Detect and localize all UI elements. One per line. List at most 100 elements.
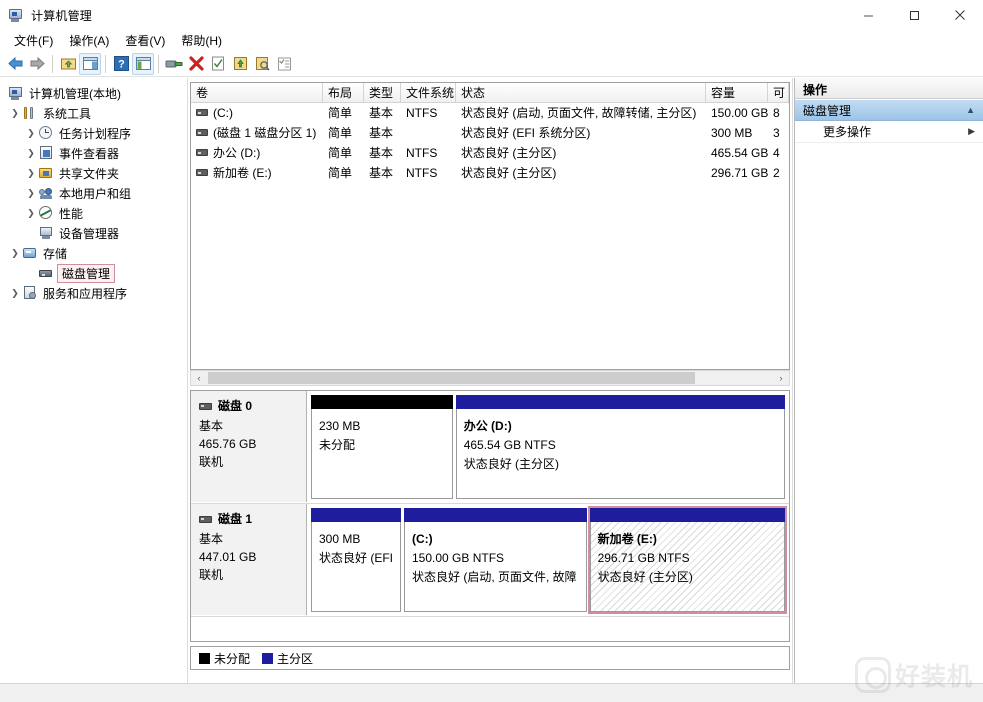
volume-list-header: 卷 布局 类型 文件系统 状态 容量 可: [191, 83, 789, 103]
tree-storage[interactable]: ❯ 存储: [0, 243, 187, 263]
disk-info-disk0[interactable]: 磁盘 0 基本 465.76 GB 联机: [191, 391, 307, 502]
cell-capacity: 150.00 GB: [711, 106, 768, 120]
partition-disk1-e[interactable]: 新加卷 (E:) 296.71 GB NTFS 状态良好 (主分区): [587, 506, 788, 614]
cell-free: 2: [773, 166, 780, 180]
properties-list-icon[interactable]: [273, 53, 295, 75]
toolbar-separator: [52, 54, 53, 73]
properties-icon[interactable]: [163, 53, 185, 75]
partition-disk1-c[interactable]: (C:) 150.00 GB NTFS 状态良好 (启动, 页面文件, 故障: [404, 508, 587, 612]
col-volume[interactable]: 卷: [191, 83, 323, 103]
tree-root[interactable]: 计算机管理(本地): [0, 83, 187, 103]
table-row[interactable]: (C:) 简单 基本 NTFS 状态良好 (启动, 页面文件, 故障转储, 主分…: [191, 103, 789, 123]
tree-event-viewer[interactable]: ❯ 事件查看器: [0, 143, 187, 163]
rescan-disks-icon[interactable]: [251, 53, 273, 75]
action-group-disk-management[interactable]: 磁盘管理 ▲: [795, 99, 983, 121]
volume-list-hscrollbar[interactable]: ‹ ›: [190, 370, 790, 386]
actions-pane-title: 操作: [795, 78, 983, 99]
tools-icon: [22, 105, 38, 121]
tree-disk-management-label: 磁盘管理: [57, 263, 116, 283]
cell-status: 状态良好 (启动, 页面文件, 故障转储, 主分区): [461, 106, 697, 120]
forward-icon[interactable]: [26, 53, 48, 75]
partition-disk1-efi[interactable]: 300 MB 状态良好 (EFI: [311, 508, 401, 612]
table-row[interactable]: 新加卷 (E:) 简单 基本 NTFS 状态良好 (主分区) 296.71 GB…: [191, 163, 789, 183]
col-type[interactable]: 类型: [364, 83, 401, 103]
cell-volume-label: 办公 (D:): [213, 146, 261, 160]
close-button[interactable]: [937, 0, 983, 30]
computer-management-icon: [8, 7, 24, 23]
table-row[interactable]: 办公 (D:) 简单 基本 NTFS 状态良好 (主分区) 465.54 GB …: [191, 143, 789, 163]
col-capacity[interactable]: 容量: [706, 83, 768, 103]
chevron-down-icon[interactable]: ❯: [8, 105, 22, 121]
window-title: 计算机管理: [31, 8, 93, 23]
cell-type: 基本: [369, 146, 394, 160]
col-free-space[interactable]: 可: [768, 83, 789, 103]
tree-performance[interactable]: ❯ 性能: [0, 203, 187, 223]
toolbar-separator: [158, 54, 159, 73]
maximize-button[interactable]: [891, 0, 937, 30]
volume-icon: [196, 149, 208, 157]
menu-help[interactable]: 帮助(H): [173, 30, 230, 51]
partition-disk0-unallocated[interactable]: 230 MB 未分配: [311, 395, 453, 499]
disk-type: 基本: [199, 419, 224, 433]
chevron-right-icon[interactable]: ❯: [24, 145, 38, 161]
chevron-down-icon[interactable]: ❯: [8, 245, 22, 261]
cell-volume: (磁盘 1 磁盘分区 1): [191, 123, 323, 143]
col-filesystem[interactable]: 文件系统: [401, 83, 456, 103]
shared-folder-icon: [38, 165, 54, 181]
disk-name: 磁盘 1: [218, 512, 253, 526]
cell-layout: 简单: [328, 126, 353, 140]
scroll-right-icon[interactable]: ›: [773, 371, 789, 385]
back-icon[interactable]: [4, 53, 26, 75]
action-more-actions[interactable]: 更多操作 ▶: [795, 121, 983, 143]
tree-local-users-groups[interactable]: ❯ 本地用户和组: [0, 183, 187, 203]
partition-disk0-d[interactable]: 办公 (D:) 465.54 GB NTFS 状态良好 (主分区): [455, 395, 785, 499]
export-list-icon[interactable]: [229, 53, 251, 75]
chevron-right-icon[interactable]: ❯: [24, 185, 38, 201]
chevron-right-icon[interactable]: ❯: [8, 285, 22, 301]
disk-info-disk1[interactable]: 磁盘 1 基本 447.01 GB 联机: [191, 504, 307, 615]
up-folder-icon[interactable]: [57, 53, 79, 75]
col-layout[interactable]: 布局: [323, 83, 364, 103]
title-bar: 计算机管理: [0, 0, 983, 30]
menu-action[interactable]: 操作(A): [61, 30, 117, 51]
delete-icon[interactable]: [185, 53, 207, 75]
partition-bar: [311, 395, 453, 409]
cell-layout: 简单: [328, 166, 353, 180]
partition-status: 状态良好 (启动, 页面文件, 故障: [412, 570, 577, 584]
tree-disk-management[interactable]: ❯ 磁盘管理: [0, 263, 187, 283]
scrollbar-thumb[interactable]: [208, 372, 695, 384]
legend-unallocated: 未分配: [199, 650, 250, 667]
chevron-up-icon[interactable]: ▲: [966, 105, 975, 115]
disk-title: 磁盘 1: [199, 510, 298, 528]
partition-status: 状态良好 (主分区): [597, 570, 693, 584]
action-more-actions-label: 更多操作: [823, 125, 872, 139]
tree-task-scheduler[interactable]: ❯ 任务计划程序: [0, 123, 187, 143]
tree-local-users-groups-label: 本地用户和组: [59, 186, 132, 201]
table-row[interactable]: (磁盘 1 磁盘分区 1) 简单 基本 状态良好 (EFI 系统分区) 300 …: [191, 123, 789, 143]
partition-size: 465.54 GB NTFS: [463, 438, 556, 452]
disk-name: 磁盘 0: [218, 399, 253, 413]
tree-services-applications-label: 服务和应用程序: [43, 286, 128, 301]
partition-title: (C:): [412, 532, 433, 546]
show-hide-tree-icon[interactable]: [79, 52, 101, 75]
cell-volume-label: 新加卷 (E:): [213, 166, 272, 180]
col-status[interactable]: 状态: [456, 83, 706, 103]
tree-device-manager[interactable]: ❯ 设备管理器: [0, 223, 187, 243]
menu-bar: 文件(F) 操作(A) 查看(V) 帮助(H): [0, 30, 983, 51]
help-icon[interactable]: ?: [110, 53, 132, 75]
scroll-left-icon[interactable]: ‹: [191, 371, 207, 385]
cell-capacity: 465.54 GB: [711, 146, 768, 160]
chevron-right-icon[interactable]: ❯: [24, 125, 38, 141]
minimize-button[interactable]: [845, 0, 891, 30]
tree-services-applications[interactable]: ❯ 服务和应用程序: [0, 283, 187, 303]
chevron-right-icon[interactable]: ❯: [24, 165, 38, 181]
disk-legend: 未分配 主分区: [190, 646, 790, 670]
menu-file[interactable]: 文件(F): [6, 30, 61, 51]
scrollbar-track[interactable]: [207, 371, 773, 385]
chevron-right-icon[interactable]: ❯: [24, 205, 38, 221]
checkmark-task-icon[interactable]: [207, 53, 229, 75]
tree-system-tools[interactable]: ❯ 系统工具: [0, 103, 187, 123]
show-action-pane-icon[interactable]: [132, 52, 154, 75]
tree-shared-folders[interactable]: ❯ 共享文件夹: [0, 163, 187, 183]
menu-view[interactable]: 查看(V): [117, 30, 173, 51]
